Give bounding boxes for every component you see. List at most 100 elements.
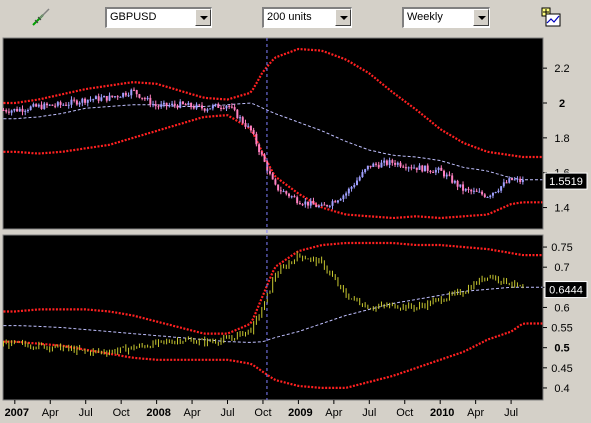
x-tick-label: Jul [220, 407, 234, 419]
candle-body [173, 103, 176, 106]
candle-body [519, 178, 522, 182]
candle-body [56, 102, 59, 106]
units-dropdown-button[interactable] [335, 9, 351, 26]
candle-body [451, 175, 454, 183]
candle-body [353, 185, 356, 187]
x-tick-label: 2008 [146, 407, 170, 419]
price-panel[interactable] [2, 37, 544, 230]
current-value-box: 0.6444 [544, 281, 588, 299]
candle-body [200, 105, 203, 109]
candle-body [410, 167, 413, 169]
chart-area[interactable]: 2.221.81.61.41.5519 0.750.70.650.60.550.… [0, 36, 591, 423]
period-value: Weekly [407, 11, 443, 23]
candle-body [184, 104, 187, 106]
candle-body [29, 106, 32, 111]
candle-body [268, 171, 271, 174]
candle-body [423, 165, 426, 172]
period-select[interactable]: Weekly [402, 7, 490, 28]
units-select[interactable]: 200 units [262, 7, 352, 28]
candle-body [429, 170, 432, 172]
candle-body [2, 109, 5, 111]
candle-body [75, 100, 78, 105]
candle-body [18, 108, 21, 112]
candle-body [502, 182, 505, 187]
candle-body [78, 102, 81, 105]
candle-body [513, 179, 516, 181]
candle-body [86, 99, 89, 103]
candle-body [478, 191, 481, 193]
candle-body [432, 171, 435, 173]
candle-body [124, 92, 127, 96]
candle-body [328, 205, 331, 207]
candle-body [274, 179, 277, 185]
x-tick-label: Oct [396, 407, 413, 419]
candle-body [304, 201, 307, 205]
candle-body [345, 193, 348, 196]
candle-body [214, 103, 217, 106]
candle-body [383, 160, 386, 163]
candle-body [375, 163, 378, 165]
oscillator-panel[interactable] [2, 234, 544, 401]
candle-body [255, 133, 258, 145]
candle-body [486, 196, 489, 198]
candle-body [244, 123, 247, 127]
candle-body [467, 188, 470, 190]
candle-body [385, 160, 388, 165]
candle-body [489, 195, 492, 197]
candle-body [418, 165, 421, 170]
symbol-select[interactable]: GBPUSD [105, 7, 212, 28]
candle-body [355, 180, 358, 186]
candle-body [141, 97, 144, 99]
candle-body [65, 104, 68, 106]
candle-body [26, 110, 29, 112]
candle-body [336, 200, 339, 203]
candle-body [122, 92, 125, 97]
y-tick-label: 2 [559, 98, 565, 110]
candle-body [483, 194, 486, 198]
candle-body [176, 105, 179, 108]
candle-body [258, 144, 261, 153]
x-tick-label: 2009 [288, 407, 312, 419]
candle-body [154, 104, 157, 107]
candle-body [181, 101, 184, 105]
candle-body [377, 164, 380, 168]
candle-body [347, 188, 350, 194]
candle-body [217, 103, 220, 108]
candle-body [187, 103, 190, 106]
candle-body [206, 109, 209, 111]
candle-body [434, 169, 437, 173]
candle-body [21, 108, 24, 112]
candle-body [456, 180, 459, 187]
candle-body [113, 96, 116, 98]
candle-body [190, 103, 193, 108]
candle-body [70, 99, 73, 105]
x-tick-label: Apr [325, 407, 342, 419]
candle-body [443, 170, 446, 177]
candle-body [462, 184, 465, 191]
candle-body [168, 105, 171, 107]
candle-body [192, 107, 195, 109]
candle-body [394, 162, 397, 165]
candle-body [67, 104, 70, 106]
candle-body [279, 190, 282, 192]
candle-body [413, 167, 416, 169]
candle-body [5, 110, 8, 112]
candle-body [326, 205, 329, 207]
candle-body [380, 162, 383, 168]
candle-body [459, 184, 462, 187]
symbol-dropdown-button[interactable] [195, 9, 211, 26]
candle-body [73, 99, 76, 101]
candle-body [361, 172, 364, 178]
chart-settings-icon[interactable] [540, 6, 562, 28]
period-dropdown-button[interactable] [473, 9, 489, 26]
candle-body [127, 95, 130, 97]
candle-body [160, 104, 163, 107]
candle-body [7, 111, 10, 113]
x-tick-label: Jul [79, 407, 93, 419]
candle-body [481, 191, 484, 195]
candle-body [247, 125, 250, 127]
candle-body [263, 154, 266, 162]
candle-body [445, 174, 448, 177]
candle-body [396, 162, 399, 165]
draw-tool-icon[interactable] [30, 6, 52, 28]
